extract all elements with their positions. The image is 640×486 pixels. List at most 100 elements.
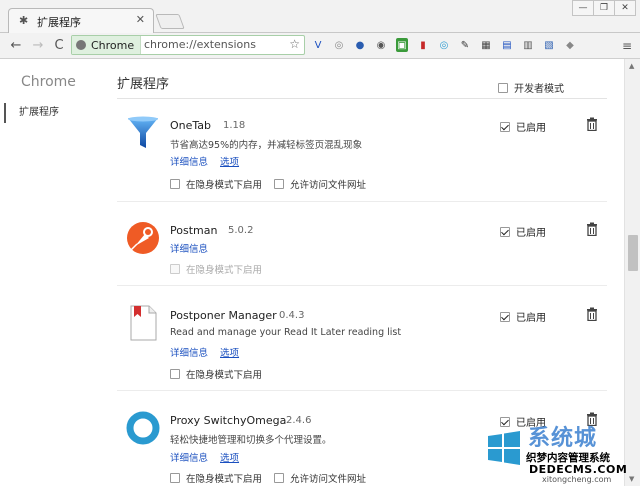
maximize-button[interactable]: ❐ <box>593 0 615 16</box>
details-link[interactable]: 详细信息 <box>170 154 208 168</box>
incognito-option[interactable]: 在隐身模式下启用 <box>170 262 262 276</box>
window-controls: — ❐ ✕ <box>572 0 636 16</box>
tab-extensions[interactable]: ✱ 扩展程序 ✕ <box>8 8 154 33</box>
url-text[interactable]: chrome://extensions <box>144 38 256 51</box>
switchyomega-ring-icon <box>126 411 160 445</box>
watermark-url: xitongcheng.com <box>542 475 612 484</box>
extension-toolbar-icon[interactable]: ◎ <box>333 38 345 52</box>
extension-description: Read and manage your Read It Later readi… <box>170 327 402 338</box>
enabled-checkbox[interactable] <box>500 311 510 322</box>
enabled-toggle[interactable]: 已启用 <box>500 224 546 239</box>
divider <box>117 390 607 391</box>
extension-toolbar-icon[interactable]: ▤ <box>501 38 513 52</box>
extension-toolbar-icon[interactable]: ▮ <box>417 38 429 52</box>
postman-icon <box>127 222 159 254</box>
enabled-checkbox[interactable] <box>500 226 510 237</box>
incognito-label: 在隐身模式下启用 <box>186 180 263 191</box>
extension-toolbar-icon[interactable]: ✎ <box>459 38 471 52</box>
extension-version: 2.4.6 <box>286 415 312 426</box>
incognito-option[interactable]: 在隐身模式下启用 <box>170 367 262 381</box>
address-bar[interactable]: Chrome chrome://extensions ☆ <box>71 35 305 55</box>
file-access-option[interactable]: 允许访问文件网址 <box>274 177 366 191</box>
site-chip-label: Chrome <box>91 38 135 52</box>
incognito-checkbox[interactable] <box>170 369 180 379</box>
enabled-label: 已启用 <box>516 123 546 134</box>
extension-links: 详细信息 选项 <box>170 345 251 359</box>
extension-toolbar-icon[interactable]: ▥ <box>522 38 534 52</box>
options-link[interactable]: 选项 <box>220 154 239 168</box>
extension-description: 轻松快捷地管理和切换多个代理设置。 <box>170 435 332 446</box>
incognito-checkbox[interactable] <box>170 264 180 274</box>
incognito-label: 在隐身模式下启用 <box>186 265 263 276</box>
trash-icon[interactable] <box>586 117 598 131</box>
new-tab-button[interactable] <box>155 14 185 29</box>
options-link[interactable]: 选项 <box>220 450 239 464</box>
close-window-button[interactable]: ✕ <box>614 0 636 16</box>
browser-toolbar: ← → C Chrome chrome://extensions ☆ V ◎ ● ◉ ▣… <box>0 33 640 59</box>
sidebar-item-extensions[interactable]: 扩展程序 <box>4 103 94 123</box>
extension-options: 在隐身模式下启用 <box>170 367 274 381</box>
incognito-option[interactable]: 在隐身模式下启用 <box>170 471 262 485</box>
details-link[interactable]: 详细信息 <box>170 450 208 464</box>
extension-links: 详细信息 选项 <box>170 154 251 168</box>
windows-logo-icon <box>488 431 520 465</box>
onetab-funnel-icon <box>128 116 158 148</box>
file-access-option[interactable]: 允许访问文件网址 <box>274 471 366 485</box>
bookmark-star-icon[interactable]: ☆ <box>289 37 300 51</box>
menu-icon[interactable]: ≡ <box>622 39 632 53</box>
extension-toolbar-icon[interactable]: ◎ <box>438 38 450 52</box>
incognito-label: 在隐身模式下启用 <box>186 370 263 381</box>
extension-toolbar-icon[interactable]: V <box>312 38 324 52</box>
extension-item-postponer-manager: Postponer Manager 0.4.3 Read and manage … <box>117 305 607 385</box>
extension-toolbar-icon[interactable]: ◆ <box>564 38 576 52</box>
extension-links: 详细信息 <box>170 241 220 255</box>
extension-item-postman: Postman 5.0.2 详细信息 在隐身模式下启用 已启用 <box>117 220 607 280</box>
minimize-button[interactable]: — <box>572 0 594 16</box>
incognito-checkbox[interactable] <box>170 179 180 189</box>
details-link[interactable]: 详细信息 <box>170 241 208 255</box>
sidebar-title: Chrome <box>21 74 76 90</box>
file-access-checkbox[interactable] <box>274 179 285 189</box>
extension-toolbar-icon[interactable]: ▧ <box>543 38 555 52</box>
developer-mode-checkbox[interactable] <box>498 82 508 93</box>
file-access-checkbox[interactable] <box>274 473 285 483</box>
extension-options: 在隐身模式下启用 <box>170 262 274 276</box>
forward-button[interactable]: → <box>30 38 46 54</box>
extension-name: Postponer Manager <box>170 309 277 322</box>
chrome-icon <box>76 40 86 50</box>
extension-description: 节省高达95%的内存，并减轻标签页混乱现象 <box>170 140 363 151</box>
trash-icon[interactable] <box>586 307 598 321</box>
extension-version: 5.0.2 <box>228 225 254 236</box>
watermark-brand: 系统城 <box>528 426 598 451</box>
enabled-toggle[interactable]: 已启用 <box>500 309 546 324</box>
incognito-label: 在隐身模式下启用 <box>186 474 263 485</box>
developer-mode-toggle[interactable]: 开发者模式 <box>498 80 564 95</box>
divider <box>117 201 607 202</box>
extension-toolbar-icon[interactable]: ● <box>354 38 366 52</box>
tab-close-icon[interactable]: ✕ <box>136 13 145 26</box>
developer-mode-label: 开发者模式 <box>514 84 564 95</box>
extension-options: 在隐身模式下启用 允许访问文件网址 <box>170 177 378 191</box>
trash-icon[interactable] <box>586 222 598 236</box>
scroll-up-arrow-icon[interactable]: ▲ <box>629 62 634 70</box>
extension-toolbar-icon[interactable]: ▣ <box>396 38 408 52</box>
scrollbar-thumb[interactable] <box>628 235 638 271</box>
extension-name: OneTab <box>170 119 212 132</box>
enabled-label: 已启用 <box>516 228 546 239</box>
extension-toolbar-icon[interactable]: ◉ <box>375 38 387 52</box>
details-link[interactable]: 详细信息 <box>170 345 208 359</box>
incognito-option[interactable]: 在隐身模式下启用 <box>170 177 262 191</box>
extension-toolbar-icon[interactable]: ▦ <box>480 38 492 52</box>
divider <box>117 285 607 286</box>
enabled-checkbox[interactable] <box>500 121 510 132</box>
options-link[interactable]: 选项 <box>220 345 239 359</box>
enabled-toggle[interactable]: 已启用 <box>500 119 546 134</box>
incognito-checkbox[interactable] <box>170 473 180 483</box>
file-access-label: 允许访问文件网址 <box>290 474 367 485</box>
extension-options: 在隐身模式下启用 允许访问文件网址 <box>170 471 378 485</box>
extension-name: Proxy SwitchyOmega <box>170 414 287 427</box>
reload-button[interactable]: C <box>51 38 67 54</box>
back-button[interactable]: ← <box>8 38 24 54</box>
puzzle-icon: ✱ <box>19 14 29 27</box>
site-chip[interactable]: Chrome <box>72 36 142 54</box>
